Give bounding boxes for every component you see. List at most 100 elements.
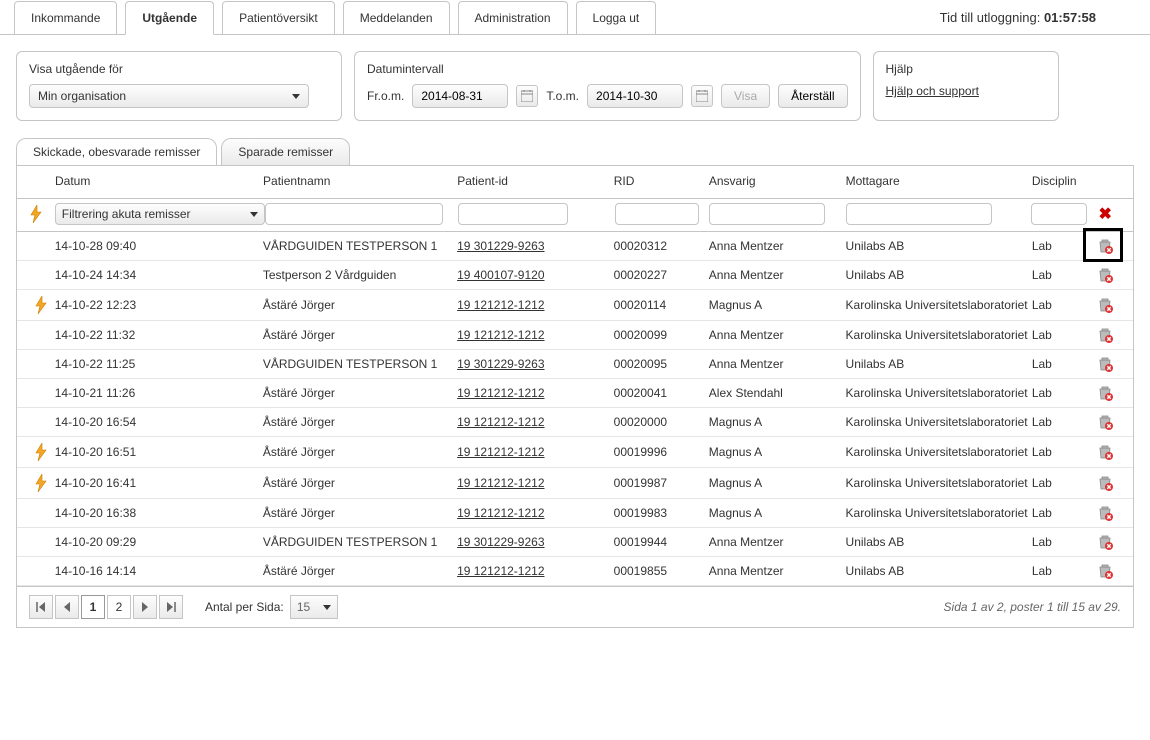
col-header-patientnamn[interactable]: Patientnamn — [263, 174, 457, 188]
filter-patientid[interactable] — [458, 203, 568, 225]
cell-ansvarig: Anna Mentzer — [709, 328, 846, 342]
to-date-input[interactable] — [587, 84, 683, 108]
cell-mottagare: Unilabs AB — [846, 357, 1032, 371]
calendar-icon[interactable] — [691, 85, 713, 107]
patient-id-link[interactable]: 19 121212-1212 — [457, 476, 544, 490]
table-row[interactable]: 14-10-22 11:32Åstäré Jörger19 121212-121… — [17, 321, 1133, 350]
table-row[interactable]: 14-10-22 12:23Åstäré Jörger19 121212-121… — [17, 290, 1133, 321]
cell-mottagare: Karolinska Universitetslaboratoriet — [846, 476, 1032, 490]
grid-rows: 14-10-28 09:40VÅRDGUIDEN TESTPERSON 119 … — [17, 232, 1133, 586]
table-row[interactable]: 14-10-20 16:54Åstäré Jörger19 121212-121… — [17, 408, 1133, 437]
pager-page-2[interactable]: 2 — [107, 595, 131, 619]
bolt-slot — [27, 474, 55, 492]
per-page-select[interactable]: 15 — [290, 595, 338, 619]
patient-id-link[interactable]: 19 121212-1212 — [457, 506, 544, 520]
bolt-slot — [27, 296, 55, 314]
cell-disciplin: Lab — [1032, 268, 1088, 282]
delete-row-button[interactable] — [1087, 563, 1123, 579]
cell-datum: 14-10-22 12:23 — [55, 298, 263, 312]
filter-rid[interactable] — [615, 203, 699, 225]
from-label: Fr.o.m. — [367, 89, 404, 103]
table-row[interactable]: 14-10-21 11:26Åstäré Jörger19 121212-121… — [17, 379, 1133, 408]
pager-page-1[interactable]: 1 — [81, 595, 105, 619]
delete-row-button[interactable] — [1087, 385, 1123, 401]
org-panel: Visa utgående för Min organisation — [16, 51, 342, 121]
chevron-down-icon — [292, 94, 300, 99]
delete-row-button[interactable] — [1087, 327, 1123, 343]
filter-row: Filtrering akuta remisser ✖ — [17, 199, 1133, 232]
main-tab-logga ut[interactable]: Logga ut — [576, 1, 657, 35]
col-header-rid[interactable]: RID — [614, 174, 709, 188]
delete-row-button[interactable] — [1087, 475, 1123, 491]
subtab-1[interactable]: Sparade remisser — [221, 138, 350, 166]
patient-id-link[interactable]: 19 301229-9263 — [457, 357, 544, 371]
patient-id-link[interactable]: 19 121212-1212 — [457, 445, 544, 459]
subtab-0[interactable]: Skickade, obesvarade remisser — [16, 138, 217, 166]
show-button[interactable]: Visa — [721, 84, 770, 108]
filter-disciplin[interactable] — [1031, 203, 1087, 225]
cell-rid: 00020041 — [614, 386, 709, 400]
grid-header: Datum Patientnamn Patient-id RID Ansvari… — [17, 166, 1133, 199]
patient-id-link[interactable]: 19 121212-1212 — [457, 564, 544, 578]
clear-filters-button[interactable]: ✖ — [1087, 204, 1123, 224]
pager-prev[interactable] — [55, 595, 79, 619]
col-header-mottagare[interactable]: Mottagare — [846, 174, 1032, 188]
delete-row-button[interactable] — [1087, 356, 1123, 372]
delete-row-button[interactable] — [1087, 534, 1123, 550]
cell-mottagare: Unilabs AB — [846, 268, 1032, 282]
patient-id-link[interactable]: 19 121212-1212 — [457, 386, 544, 400]
delete-row-button[interactable] — [1087, 297, 1123, 313]
cell-disciplin: Lab — [1032, 564, 1088, 578]
date-panel: Datumintervall Fr.o.m. T.o.m. Visa Åters… — [354, 51, 861, 121]
pager-last[interactable] — [159, 595, 183, 619]
delete-row-button[interactable] — [1087, 238, 1123, 254]
urgent-filter-value: Filtrering akuta remisser — [62, 207, 191, 221]
table-row[interactable]: 14-10-22 11:25VÅRDGUIDEN TESTPERSON 119 … — [17, 350, 1133, 379]
filter-mottagare[interactable] — [846, 203, 992, 225]
help-panel: Hjälp Hjälp och support — [873, 51, 1059, 121]
main-tab-meddelanden[interactable]: Meddelanden — [343, 1, 450, 35]
col-header-disciplin[interactable]: Disciplin — [1032, 174, 1087, 188]
main-tab-inkommande[interactable]: Inkommande — [14, 1, 117, 35]
patient-id-link[interactable]: 19 301229-9263 — [457, 535, 544, 549]
urgent-filter-select[interactable]: Filtrering akuta remisser — [55, 203, 265, 225]
help-link[interactable]: Hjälp och support — [886, 84, 979, 98]
cell-rid: 00020099 — [614, 328, 709, 342]
delete-row-button[interactable] — [1087, 267, 1123, 283]
col-header-patientid[interactable]: Patient-id — [457, 174, 614, 188]
main-tab-utgående[interactable]: Utgående — [125, 1, 214, 35]
cell-rid: 00020095 — [614, 357, 709, 371]
delete-row-button[interactable] — [1087, 414, 1123, 430]
col-header-ansvarig[interactable]: Ansvarig — [709, 174, 846, 188]
org-select[interactable]: Min organisation — [29, 84, 309, 108]
patient-id-link[interactable]: 19 121212-1212 — [457, 328, 544, 342]
calendar-icon[interactable] — [516, 85, 538, 107]
per-page-label: Antal per Sida: — [205, 600, 284, 614]
pager-status: Sida 1 av 2, poster 1 till 15 av 29. — [944, 600, 1121, 614]
table-row[interactable]: 14-10-20 16:38Åstäré Jörger19 121212-121… — [17, 499, 1133, 528]
delete-row-button[interactable] — [1087, 444, 1123, 460]
pager-first[interactable] — [29, 595, 53, 619]
table-row[interactable]: 14-10-28 09:40VÅRDGUIDEN TESTPERSON 119 … — [17, 232, 1133, 261]
patient-id-link[interactable]: 19 301229-9263 — [457, 239, 544, 253]
patient-id-link[interactable]: 19 121212-1212 — [457, 298, 544, 312]
table-row[interactable]: 14-10-20 16:41Åstäré Jörger19 121212-121… — [17, 468, 1133, 499]
cell-patientnamn: Åstäré Jörger — [263, 328, 457, 342]
filter-ansvarig[interactable] — [709, 203, 825, 225]
pager: 12 Antal per Sida: 15 Sida 1 av 2, poste… — [17, 586, 1133, 627]
main-tab-patientöversikt[interactable]: Patientöversikt — [222, 1, 335, 35]
delete-row-button[interactable] — [1087, 505, 1123, 521]
cell-ansvarig: Anna Mentzer — [709, 268, 846, 282]
table-row[interactable]: 14-10-16 14:14Åstäré Jörger19 121212-121… — [17, 557, 1133, 586]
patient-id-link[interactable]: 19 400107-9120 — [457, 268, 544, 282]
table-row[interactable]: 14-10-20 09:29VÅRDGUIDEN TESTPERSON 119 … — [17, 528, 1133, 557]
pager-next[interactable] — [133, 595, 157, 619]
patient-id-link[interactable]: 19 121212-1212 — [457, 415, 544, 429]
col-header-datum[interactable]: Datum — [55, 174, 263, 188]
filter-patientnamn[interactable] — [265, 203, 443, 225]
reset-button[interactable]: Återställ — [778, 84, 847, 108]
main-tab-administration[interactable]: Administration — [458, 1, 568, 35]
table-row[interactable]: 14-10-20 16:51Åstäré Jörger19 121212-121… — [17, 437, 1133, 468]
table-row[interactable]: 14-10-24 14:34Testperson 2 Vårdguiden19 … — [17, 261, 1133, 290]
from-date-input[interactable] — [412, 84, 508, 108]
